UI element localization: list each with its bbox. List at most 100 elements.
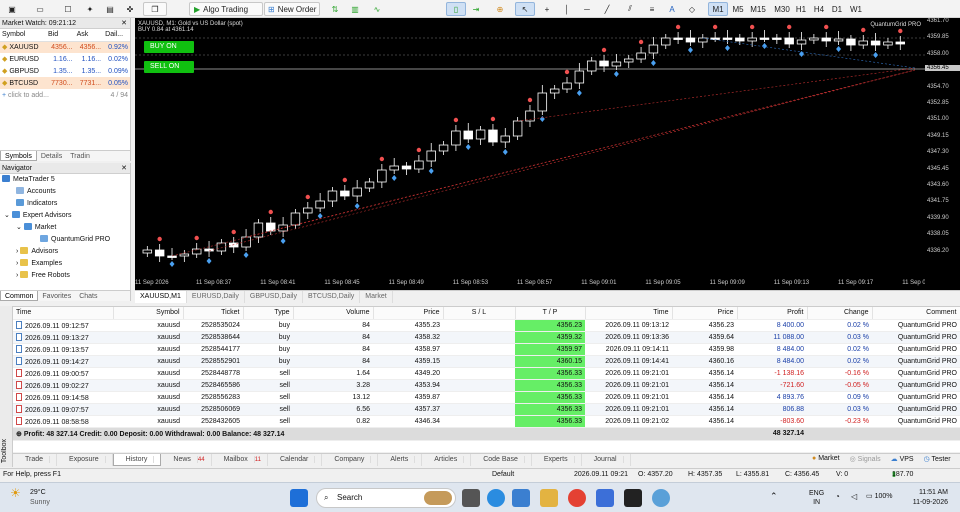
market-link[interactable]: ● Market <box>812 455 840 463</box>
trade-row[interactable]: 2026.09.11 09:02:27 xauusd 2528465586 sell 3… <box>13 379 960 393</box>
tf-m15[interactable]: M15 <box>748 2 768 16</box>
market-watch-row[interactable]: ◆ GBPUSD 1.35... 1.35... 0.09% <box>0 65 130 77</box>
vps-link[interactable]: ☁ VPS <box>891 455 914 463</box>
market-watch-row[interactable]: ◆ BTCUSD 7730... 7731... 0.05% <box>0 77 130 89</box>
tab-chats[interactable]: Chats <box>75 291 101 301</box>
tf-d1[interactable]: D1 <box>827 2 847 16</box>
nav-item-indicators[interactable]: Indicators <box>0 198 130 210</box>
weather-widget[interactable]: ☀ 29°C Sunny <box>10 487 50 508</box>
col-header[interactable]: Type <box>243 307 294 320</box>
tab-exposure[interactable]: Exposure <box>57 454 113 466</box>
market-watch-row[interactable]: ◆ EURUSD 1.16... 1.16... 0.02% <box>0 53 130 65</box>
bar-chart-icon[interactable]: ▥ <box>345 2 365 16</box>
trade-row[interactable]: 2026.09.11 09:07:57 xauusd 2528506069 sell 6… <box>13 403 960 417</box>
signals-link[interactable]: ◎ Signals <box>850 455 881 463</box>
chrome-icon[interactable] <box>568 489 586 507</box>
trendline-icon[interactable]: ╱ <box>597 2 617 16</box>
col-header[interactable]: Change <box>807 307 873 320</box>
chart-tab[interactable]: BTCUSD,Daily <box>303 291 361 303</box>
file-explorer-icon[interactable] <box>540 489 558 507</box>
trade-row[interactable]: 2026.09.11 09:12:57 xauusd 2528535024 buy 84… <box>13 319 960 332</box>
tab-experts[interactable]: Experts <box>532 454 582 466</box>
wifi-icon[interactable]: ◔ <box>835 492 840 501</box>
tf-h1[interactable]: H1 <box>791 2 811 16</box>
toolbox-side[interactable]: Toolbox <box>0 306 13 467</box>
chevron-up-icon[interactable]: ⌃ <box>770 491 778 502</box>
trade-row[interactable]: 2026.09.11 09:13:27 xauusd 2528538644 buy 84… <box>13 331 960 344</box>
tab-calendar[interactable]: Calendar <box>268 454 323 466</box>
terminal-icon[interactable]: ▤ <box>100 2 120 16</box>
tab-journal[interactable]: Journal <box>582 454 631 466</box>
nav-item-metatrader[interactable]: MetaTrader 5 <box>0 174 130 186</box>
close-icon[interactable]: ✕ <box>121 163 127 174</box>
col-header[interactable]: Symbol <box>113 307 184 320</box>
nav-item-examples[interactable]: › Examples <box>0 258 130 270</box>
channel-icon[interactable]: ⫽ <box>620 2 640 16</box>
tester-link[interactable]: ◷ Tester <box>924 455 951 463</box>
crosshair-icon[interactable]: + <box>537 2 557 16</box>
autoscroll-icon[interactable]: ⇥ <box>466 2 486 16</box>
add-symbol[interactable]: + click to add... <box>0 89 103 101</box>
vline-icon[interactable]: │ <box>557 2 577 16</box>
speaker-icon[interactable]: ◁ <box>851 492 857 501</box>
tab-details[interactable]: Details <box>37 151 66 161</box>
task-view-icon[interactable] <box>462 489 480 507</box>
metaeditor-icon[interactable]: ❐ <box>143 2 167 16</box>
market-watch-row[interactable]: ◆ XAUUSD 4356... 4356... 0.92% <box>0 41 130 53</box>
col-header[interactable]: T / P <box>515 307 586 320</box>
new-chart-icon[interactable]: ▣ <box>2 2 22 16</box>
clock[interactable]: 11:51 AM 11-09-2026 <box>908 488 948 508</box>
col-header[interactable]: Price <box>373 307 444 320</box>
profiles-icon[interactable]: ▭ <box>30 2 50 16</box>
tab-news[interactable]: News 44 <box>161 454 212 466</box>
edge-icon[interactable] <box>487 489 505 507</box>
close-icon[interactable]: ✕ <box>121 18 127 29</box>
col-bid[interactable]: Bid <box>45 29 75 42</box>
mail-icon[interactable] <box>512 489 530 507</box>
tab-history[interactable]: History <box>112 454 162 466</box>
candles-icon[interactable]: ▯ <box>446 2 466 16</box>
tab-articles[interactable]: Articles <box>422 454 472 466</box>
start-icon[interactable] <box>290 489 308 507</box>
line-chart-icon[interactable]: ∿ <box>367 2 387 16</box>
fibo-icon[interactable]: ≡ <box>642 2 662 16</box>
col-daily[interactable]: Dail... <box>103 29 130 42</box>
col-header[interactable]: Ticket <box>183 307 244 320</box>
price-chart[interactable]: XAUUSD, M1: Gold vs US Dollar (spot) BUY … <box>135 18 925 290</box>
col-header[interactable]: Volume <box>293 307 374 320</box>
chart-tab[interactable]: XAUUSD,M1 <box>135 291 187 303</box>
tab-symbols[interactable]: Symbols <box>0 151 37 161</box>
metatrader-icon[interactable] <box>652 489 670 507</box>
trade-row[interactable]: 2026.09.11 09:14:58 xauusd 2528556283 sell 1… <box>13 391 960 405</box>
col-ask[interactable]: Ask <box>74 29 104 42</box>
strategy-tester-icon[interactable]: ✜ <box>120 2 140 16</box>
trade-row[interactable]: 2026.09.11 09:14:27 xauusd 2528552901 buy 84… <box>13 355 960 368</box>
trade-row[interactable]: 2026.09.11 08:58:58 xauusd 2528432605 sell 0… <box>13 415 960 429</box>
col-header[interactable]: Price <box>672 307 738 320</box>
taskbar-search[interactable]: ⌕ Search <box>316 488 456 508</box>
buy-on-button[interactable]: BUY ON <box>144 41 194 53</box>
nav-item-advisors[interactable]: › Advisors <box>0 246 130 258</box>
navigator-icon[interactable]: ✦ <box>80 2 100 16</box>
sell-on-button[interactable]: SELL ON <box>144 61 194 73</box>
tf-m1[interactable]: M1 <box>708 2 728 16</box>
col-header[interactable]: Time <box>13 307 114 320</box>
col-header[interactable]: Comment <box>872 307 960 320</box>
depth-icon[interactable]: ⇅ <box>325 2 345 16</box>
nav-item-free-robots[interactable]: › Free Robots <box>0 270 130 282</box>
tradingview-icon[interactable] <box>624 489 642 507</box>
tab-alerts[interactable]: Alerts <box>378 454 423 466</box>
tf-m30[interactable]: M30 <box>772 2 792 16</box>
col-header[interactable]: S / L <box>443 307 516 320</box>
nav-item-quantumgrid[interactable]: QuantumGrid PRO <box>0 234 130 246</box>
tab-code-base[interactable]: Code Base <box>471 454 532 466</box>
col-header[interactable]: Time <box>585 307 673 320</box>
language-indicator[interactable]: ENG IN <box>809 489 824 507</box>
zoom-in-icon[interactable]: ⊕ <box>490 2 510 16</box>
nav-item-market[interactable]: ⌄ Market <box>0 222 130 234</box>
chart-tab[interactable]: GBPUSD,Daily <box>245 291 303 303</box>
shapes-icon[interactable]: ◇ <box>682 2 702 16</box>
algo-trading-button[interactable]: ▶ Algo Trading <box>189 2 263 16</box>
tab-company[interactable]: Company <box>322 454 379 466</box>
nav-item-experts[interactable]: ⌄ Expert Advisors <box>0 210 130 222</box>
